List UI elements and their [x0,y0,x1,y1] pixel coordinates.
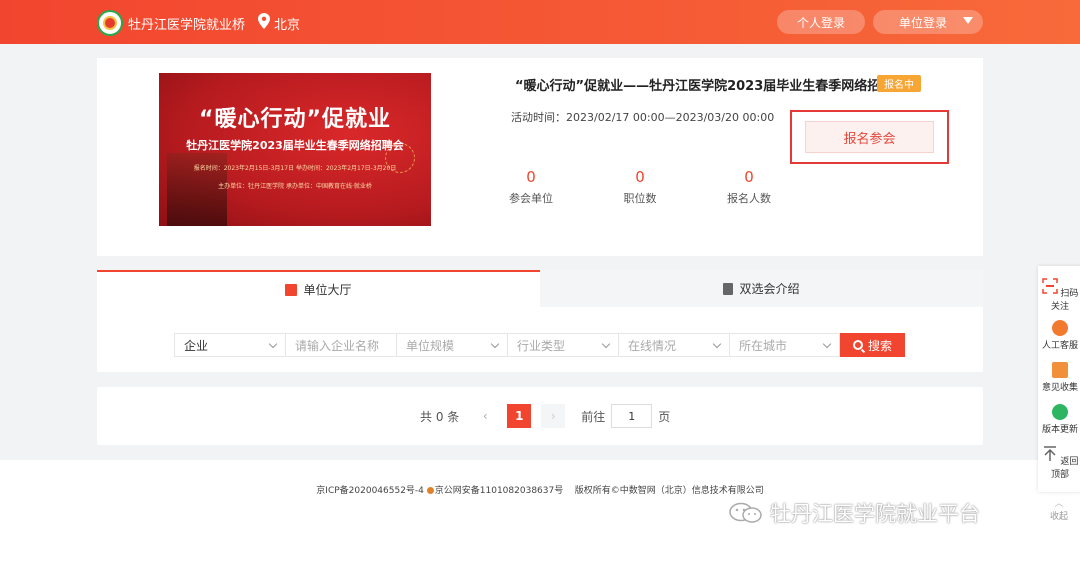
banner-subtitle: 牡丹江医学院2023届毕业生春季网络招聘会 [186,139,404,152]
chevron-down-icon [490,339,500,349]
search-button[interactable]: 搜索 [840,333,905,357]
personal-login-button[interactable]: 个人登录 [777,10,865,34]
search-label: 搜索 [867,338,892,353]
prev-page-button[interactable]: ‹ [473,404,497,428]
stat-positions: 0 职位数 [600,168,680,206]
city-select[interactable]: 所在城市 [729,333,840,357]
stat-companies: 0 参会单位 [491,168,571,206]
site-logo-icon[interactable] [97,10,123,36]
next-page-button[interactable]: › [541,404,566,428]
tab-fair-intro[interactable]: 双选会介绍 [540,270,983,307]
signup-button[interactable]: 报名参会 [805,121,934,153]
total-count: 共 0 条 [420,409,460,424]
toolbar-update[interactable]: 版本更新 [1038,404,1080,435]
stat-label: 职位数 [623,192,657,205]
police-record-link[interactable]: 京公网安备11010820386​37号 [435,486,563,496]
company-login-label: 单位登录 [899,15,948,30]
document-icon [723,282,734,295]
select-placeholder: 单位规模 [406,338,455,353]
banner-dates: 报名时间：2023年2月15日-3月17日 举办时间：2023年2月17日-3月… [193,165,397,172]
search-icon [852,340,863,350]
qr-scan-icon [1041,278,1058,294]
event-card: “暖心行动”促就业 牡丹江医学院2023届毕业生春季网络招聘会 报名时间：202… [97,58,983,256]
footer-legal: 京ICP备2020046552号-4 京公网安备11010820386​37号 … [0,483,1080,496]
stat-label: 报名人数 [727,192,771,205]
stat-value: 0 [526,168,536,186]
company-name-input[interactable]: 请输入企业名称 [285,333,396,357]
online-status-select[interactable]: 在线情况 [618,333,729,357]
filter-panel: 企业 请输入企业名称 单位规模 行业类型 在线情况 所在城市 搜索 [97,307,983,372]
industry-select[interactable]: 行业类型 [507,333,618,357]
footer: 京ICP备2020046552号-4 京公网安备11010820386​37号 … [0,460,1080,561]
filter-row: 企业 请输入企业名称 单位规模 行业类型 在线情况 所在城市 [174,333,840,357]
banner-title: “暖心行动”促就业 [199,107,391,132]
watermark: 牡丹江医学院就业平台 [728,498,980,528]
event-title: “暖心行动”促就业——牡丹江医学院2023届毕业生春季网络招聘会 [515,79,907,94]
pagination: 共 0 条 ‹ 1 › 前往 页 [420,404,670,428]
police-badge-icon [426,487,434,494]
refresh-icon [1052,404,1068,420]
page-unit: 页 [658,409,671,424]
select-value: 企业 [184,338,209,353]
company-scale-select[interactable]: 单位规模 [396,333,507,357]
tab-company-hall[interactable]: 单位大厅 [97,270,540,307]
building-icon [285,283,298,296]
banner-organizers: 主办单位：牡丹江医学院 承办单位：中国教育在线·就业桥 [218,183,372,190]
chevron-down-icon [822,339,832,349]
chevron-down-icon [712,339,722,349]
company-login-button[interactable]: 单位登录 [873,10,983,34]
company-type-select[interactable]: 企业 [174,333,285,357]
customer-service-icon [1052,320,1068,336]
toolbar-label: 意见收集 [1041,383,1078,393]
stat-value: 0 [635,168,645,186]
chevron-down-icon [268,339,278,349]
select-placeholder: 所在城市 [739,338,788,353]
watermark-text: 牡丹江医学院就业平台 [770,502,980,526]
tab-bar: 单位大厅 双选会介绍 [97,270,983,307]
select-placeholder: 在线情况 [628,338,677,353]
stat-label: 参会单位 [509,192,553,205]
pagination-panel: 共 0 条 ‹ 1 › 前往 页 [97,387,983,445]
top-header: 牡丹江医学院就业桥 北京 个人登录 单位登录 [0,0,1080,44]
chevron-down-icon [601,339,611,349]
stat-signups: 0 报名人数 [709,168,789,206]
site-name[interactable]: 牡丹江医学院就业桥 [128,14,245,33]
status-badge: 报名中 [877,75,921,92]
floating-toolbar: 扫码关注 人工客服 意见收集 版本更新 返回顶部 [1038,266,1080,492]
city-selector[interactable]: 北京 [274,14,300,33]
toolbar-label: 人工客服 [1041,341,1078,351]
collapse-label: 收起 [1049,512,1068,522]
copyright-text: 版权所有©中数智网（北京）信息技术有限公司 [574,486,764,496]
location-pin-icon[interactable] [258,13,270,29]
page-number-current[interactable]: 1 [507,404,532,428]
tab-label: 单位大厅 [303,283,352,297]
event-time: 活动时间：2023/02/17 00:00—2023/03/20 00:00 [511,111,775,124]
toolbar-feedback[interactable]: 意见收集 [1038,362,1080,393]
toolbar-top[interactable]: 返回顶部 [1038,446,1080,480]
toolbar-label: 版本更新 [1041,425,1078,435]
toolbar-scan[interactable]: 扫码关注 [1038,278,1080,312]
toolbar-collapse-button[interactable]: ︿ 收起 [1044,496,1074,522]
mail-icon [1052,362,1068,378]
input-placeholder: 请输入企业名称 [295,338,380,353]
event-banner-image: “暖心行动”促就业 牡丹江医学院2023届毕业生春季网络招聘会 报名时间：202… [159,73,431,226]
chevron-up-icon: ︿ [1054,499,1064,509]
arrow-up-icon [1043,446,1056,461]
stat-value: 0 [744,168,754,186]
icp-link[interactable]: 京ICP备2020046552号-4 [316,486,424,496]
select-placeholder: 行业类型 [517,338,566,353]
caret-down-icon [963,17,973,24]
tab-label: 双选会介绍 [739,282,800,296]
goto-label: 前往 [581,409,606,424]
wechat-icon [729,502,762,523]
goto-page-input[interactable] [611,404,653,428]
toolbar-service[interactable]: 人工客服 [1038,320,1080,351]
